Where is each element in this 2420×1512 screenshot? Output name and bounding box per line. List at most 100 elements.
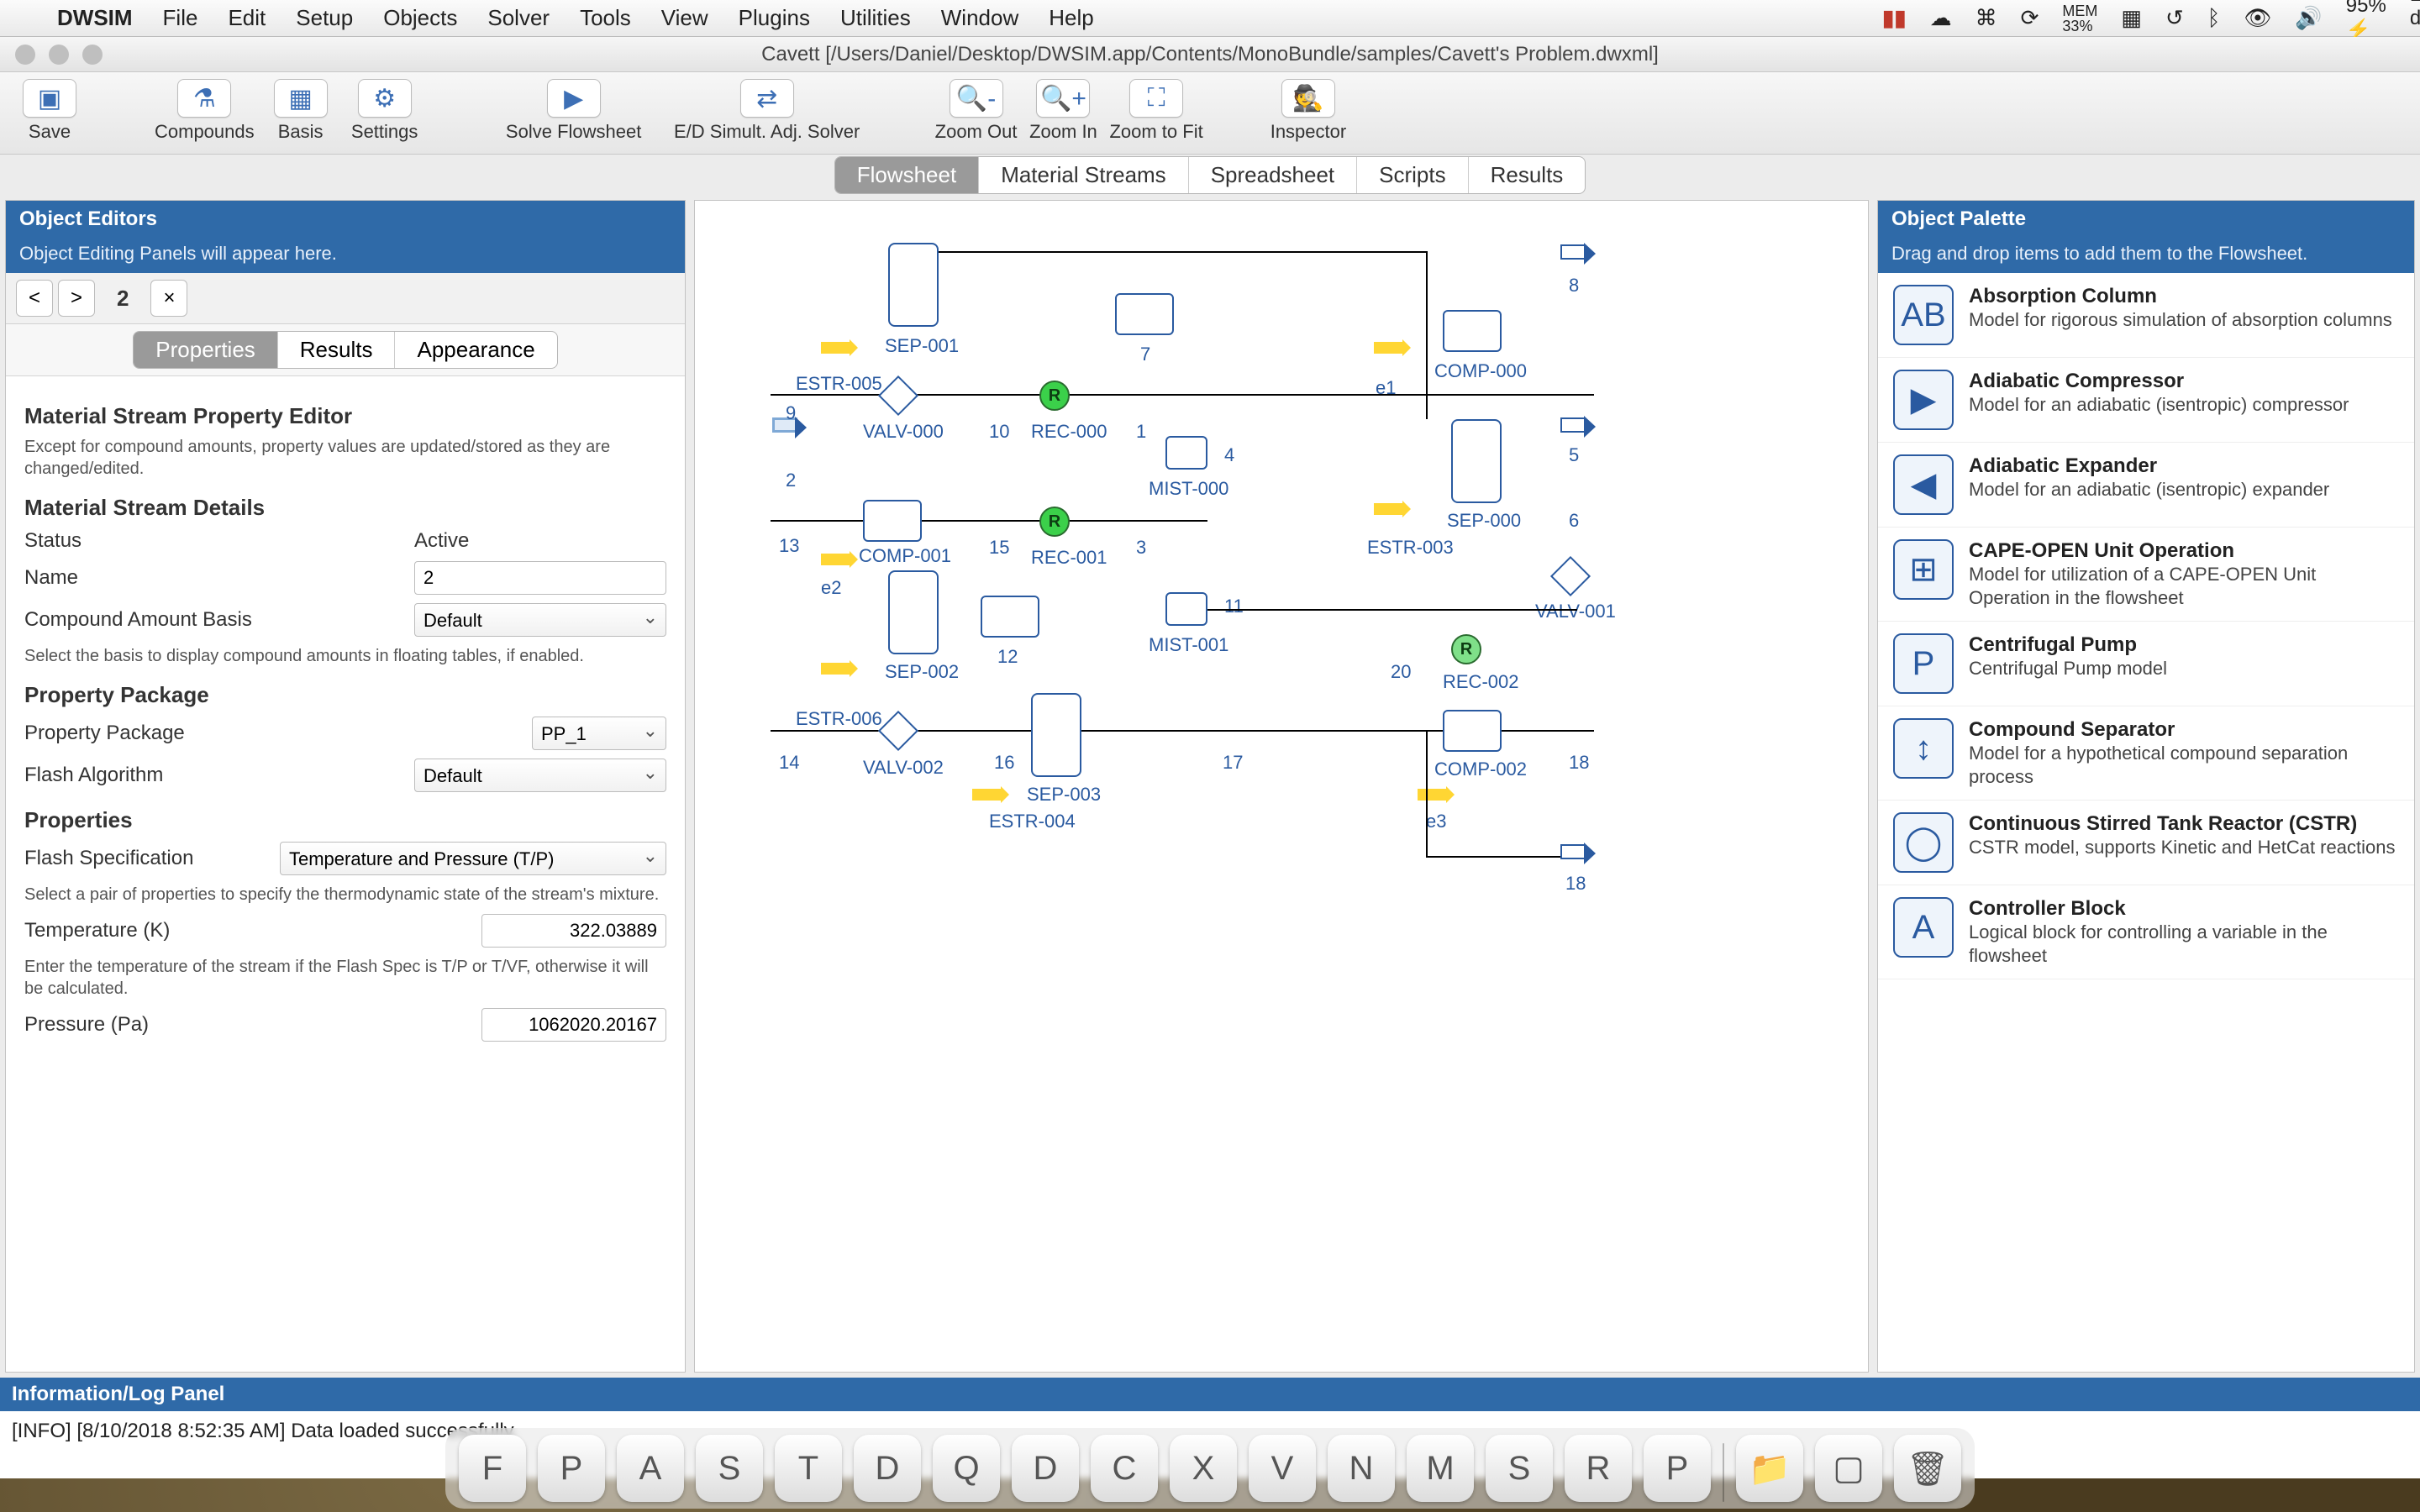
sync-icon[interactable]: ⟳	[2021, 5, 2039, 31]
unit-comp-001[interactable]	[863, 500, 922, 542]
dock-app-dwsim-2[interactable]: D	[1012, 1435, 1079, 1502]
unit-sep-002[interactable]	[888, 570, 939, 654]
energy-arrow-estr004[interactable]	[972, 789, 1001, 801]
tab-flowsheet[interactable]: Flowsheet	[835, 157, 980, 193]
pause-icon[interactable]: ▮▮	[1882, 5, 1907, 31]
zoom-out-button[interactable]: 🔍-Zoom Out	[935, 79, 1018, 143]
timemachine-icon[interactable]: ↺	[2165, 5, 2184, 31]
energy-arrow-e1[interactable]	[1374, 342, 1402, 354]
palette-item-0[interactable]: ABAbsorption ColumnModel for rigorous si…	[1878, 273, 2414, 358]
palette-item-5[interactable]: ↕Compound SeparatorModel for a hypotheti…	[1878, 706, 2414, 801]
editor-close-button[interactable]: ×	[150, 280, 187, 317]
menu-edit[interactable]: Edit	[213, 5, 281, 31]
editor-tab-results[interactable]: Results	[278, 332, 396, 368]
unit-sep-000[interactable]	[1451, 419, 1502, 503]
unit-rec-000[interactable]: R	[1039, 381, 1070, 411]
unit-sep-001[interactable]	[888, 243, 939, 327]
settings-button[interactable]: ⚙Settings	[347, 79, 423, 143]
dock-app-quicktime[interactable]: Q	[933, 1435, 1000, 1502]
dock-app-photos[interactable]: P	[538, 1435, 605, 1502]
tab-scripts[interactable]: Scripts	[1357, 157, 1468, 193]
dock-app-mail[interactable]: M	[1407, 1435, 1474, 1502]
stream-arrow-8[interactable]	[1560, 244, 1586, 260]
dock-app-vscode[interactable]: V	[1249, 1435, 1316, 1502]
app-name[interactable]: DWSIM	[42, 5, 148, 31]
palette-list[interactable]: ABAbsorption ColumnModel for rigorous si…	[1878, 273, 2414, 1372]
palette-item-1[interactable]: ▶Adiabatic CompressorModel for an adiaba…	[1878, 358, 2414, 443]
dock-app[interactable]: ▢	[1815, 1435, 1882, 1502]
palette-item-7[interactable]: AController BlockLogical block for contr…	[1878, 885, 2414, 979]
press-input[interactable]	[481, 1008, 666, 1042]
palette-item-6[interactable]: ◯Continuous Stirred Tank Reactor (CSTR)C…	[1878, 801, 2414, 885]
dock-app-app store[interactable]: A	[617, 1435, 684, 1502]
unit-sep-003[interactable]	[1031, 693, 1081, 777]
dock-app-siri[interactable]: S	[696, 1435, 763, 1502]
pkg-select[interactable]: PP_1	[532, 717, 666, 750]
dock-app-terminal[interactable]: T	[775, 1435, 842, 1502]
name-input[interactable]	[414, 561, 666, 595]
unit-rec-002[interactable]: R	[1451, 634, 1481, 664]
unit-valv-000[interactable]	[878, 375, 918, 416]
compounds-button[interactable]: ⚗Compounds	[155, 79, 255, 143]
tab-results[interactable]: Results	[1469, 157, 1586, 193]
menu-view[interactable]: View	[646, 5, 723, 31]
unit-rec-001[interactable]: R	[1039, 507, 1070, 537]
memory-indicator[interactable]: MEM 33%	[2062, 3, 2097, 34]
editor-tab-properties[interactable]: Properties	[134, 332, 278, 368]
menu-tools[interactable]: Tools	[565, 5, 646, 31]
stream-arrow-5[interactable]	[1560, 417, 1586, 433]
editor-tab-appearance[interactable]: Appearance	[395, 332, 556, 368]
menu-window[interactable]: Window	[926, 5, 1034, 31]
ed-solver-button[interactable]: ⇄E/D Simult. Adj. Solver	[666, 79, 868, 143]
dock-app-stocks[interactable]: S	[1486, 1435, 1553, 1502]
energy-arrow-e3[interactable]	[1418, 789, 1446, 801]
menu-help[interactable]: Help	[1034, 5, 1108, 31]
unit-box-12[interactable]	[981, 596, 1039, 638]
editor-next-button[interactable]: >	[58, 280, 95, 317]
menu-objects[interactable]: Objects	[368, 5, 472, 31]
palette-item-3[interactable]: ⊞CAPE-OPEN Unit OperationModel for utili…	[1878, 528, 2414, 622]
dock-folder[interactable]: 📁	[1736, 1435, 1803, 1502]
flashalg-select[interactable]: Default	[414, 759, 666, 792]
dock-app-xcode[interactable]: X	[1170, 1435, 1237, 1502]
energy-arrow-sep002[interactable]	[821, 663, 850, 675]
unit-valv-001[interactable]	[1550, 556, 1591, 596]
unit-mist-000[interactable]	[1165, 436, 1207, 470]
battery-indicator[interactable]: 95% ⚡	[2346, 0, 2386, 42]
grid-icon[interactable]: ▦	[2121, 5, 2142, 31]
bluetooth-icon[interactable]: ᛒ	[2207, 5, 2221, 31]
tab-spreadsheet[interactable]: Spreadsheet	[1189, 157, 1357, 193]
flowsheet-canvas[interactable]: SEP-001 8 7 COMP-000 e1 ESTR-005 VALV-00…	[695, 201, 1868, 1372]
basis-button[interactable]: ▦Basis	[263, 79, 339, 143]
unit-box-7[interactable]	[1115, 293, 1174, 335]
palette-item-2[interactable]: ◀Adiabatic ExpanderModel for an adiabati…	[1878, 443, 2414, 528]
cloud-icon[interactable]: ☁	[1930, 5, 1952, 31]
energy-arrow-estr003[interactable]	[1374, 503, 1402, 515]
menu-plugins[interactable]: Plugins	[723, 5, 825, 31]
zoom-fit-button[interactable]: ⛶Zoom to Fit	[1109, 79, 1202, 143]
temp-input[interactable]	[481, 914, 666, 948]
dock-app-parallels[interactable]: P	[1644, 1435, 1711, 1502]
energy-arrow-e2[interactable]	[821, 554, 850, 565]
menu-utilities[interactable]: Utilities	[825, 5, 926, 31]
unit-comp-002[interactable]	[1443, 710, 1502, 752]
basis-select[interactable]: Default	[414, 603, 666, 637]
dock-app-remote[interactable]: R	[1565, 1435, 1632, 1502]
unit-comp-000[interactable]	[1443, 310, 1502, 352]
save-button[interactable]: ▣Save	[12, 79, 87, 143]
volume-icon[interactable]: 🔊	[2295, 5, 2322, 31]
editor-prev-button[interactable]: <	[16, 280, 53, 317]
energy-arrow-1[interactable]	[821, 342, 850, 354]
menu-solver[interactable]: Solver	[472, 5, 565, 31]
dock-app-chrome[interactable]: C	[1091, 1435, 1158, 1502]
unit-valv-002[interactable]	[878, 711, 918, 751]
menu-file[interactable]: File	[148, 5, 213, 31]
creative-cloud-icon[interactable]: ⌘	[1975, 5, 1997, 31]
display-icon[interactable]: 👁	[2244, 5, 2271, 31]
solve-flowsheet-button[interactable]: ▶Solve Flowsheet	[490, 79, 658, 143]
inspector-button[interactable]: 🕵Inspector	[1270, 79, 1347, 143]
stream-arrow-18[interactable]	[1560, 844, 1586, 859]
palette-item-4[interactable]: PCentrifugal PumpCentrifugal Pump model	[1878, 622, 2414, 706]
flashspec-select[interactable]: Temperature and Pressure (T/P)	[280, 842, 666, 875]
editor-body[interactable]: Material Stream Property Editor Except f…	[6, 376, 685, 1372]
